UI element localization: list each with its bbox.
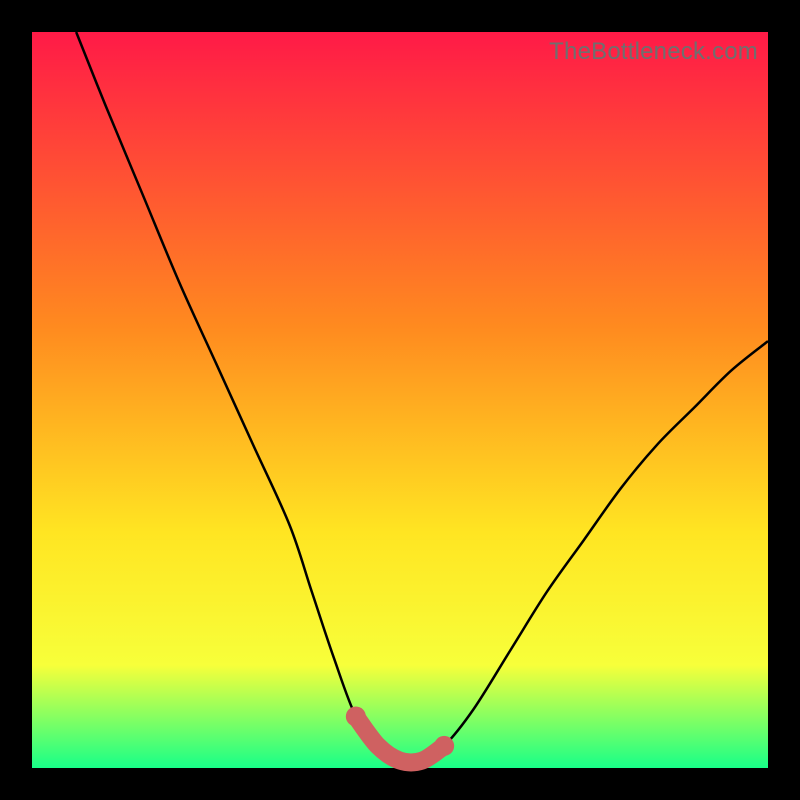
highlight-end-dot	[434, 736, 454, 756]
chart-frame: TheBottleneck.com	[0, 0, 800, 800]
chart-svg	[32, 32, 768, 768]
chart-plot-area: TheBottleneck.com	[32, 32, 768, 768]
highlight-end-dot	[346, 706, 366, 726]
bottleneck-curve	[76, 32, 768, 762]
optimal-zone-highlight	[356, 716, 444, 762]
